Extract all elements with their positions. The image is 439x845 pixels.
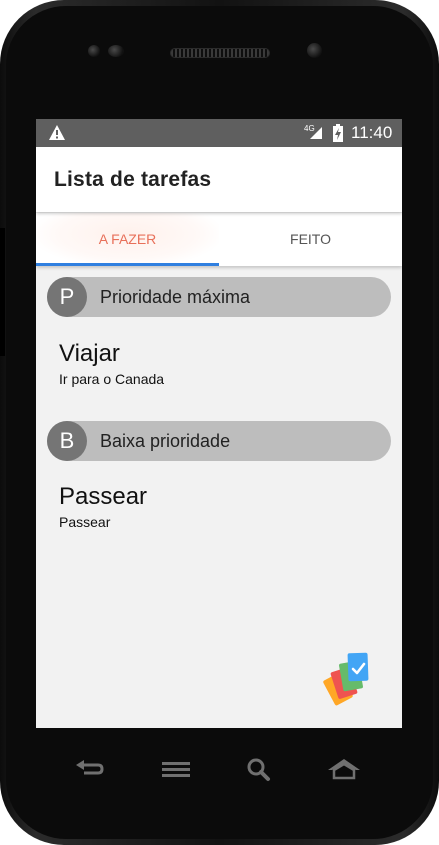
tab-bar: A FAZER FEITO: [36, 213, 402, 266]
side-button: [0, 228, 5, 356]
task-cards-logo-icon[interactable]: [322, 649, 382, 709]
status-bar: 4G 11:40: [36, 119, 402, 147]
status-time: 11:40: [351, 123, 393, 142]
task-title: Viajar: [59, 340, 120, 367]
page-title: Lista de tarefas: [54, 168, 212, 191]
task-item[interactable]: Viajar Ir para o Canada: [59, 340, 164, 387]
task-description: Ir para o Canada: [59, 371, 165, 387]
light-sensor: [108, 45, 124, 57]
home-icon[interactable]: [326, 755, 362, 783]
proximity-sensor: [88, 45, 100, 57]
warning-icon: [49, 125, 65, 140]
phone-frame: 4G 11:40 Lista de tarefas A FAZER FEITO …: [0, 0, 439, 845]
tab-a-fazer[interactable]: A FAZER: [36, 213, 219, 266]
navigation-bar: [0, 735, 439, 805]
task-title: Passear: [59, 483, 148, 510]
menu-icon[interactable]: [158, 755, 194, 783]
section-label: Baixa prioridade: [100, 431, 231, 451]
battery-icon: [333, 124, 343, 142]
section-badge: P: [47, 277, 87, 317]
section-label: Prioridade máxima: [100, 287, 251, 307]
tab-feito[interactable]: FEITO: [219, 213, 402, 266]
app-bar: Lista de tarefas: [36, 147, 402, 212]
back-icon[interactable]: [72, 755, 108, 783]
task-description: Passear: [59, 514, 111, 530]
section-header-prioridade-maxima: P Prioridade máxima: [47, 277, 391, 317]
app-screen: 4G 11:40 Lista de tarefas A FAZER FEITO …: [36, 119, 402, 728]
section-header-baixa-prioridade: B Baixa prioridade: [47, 421, 391, 461]
earpiece-speaker: [170, 48, 270, 58]
signal-icon: [310, 127, 322, 139]
section-badge: B: [47, 421, 87, 461]
task-item[interactable]: Passear Passear: [59, 483, 147, 530]
tab-indicator: [36, 263, 219, 266]
search-icon[interactable]: [242, 755, 278, 783]
front-camera: [307, 43, 322, 58]
